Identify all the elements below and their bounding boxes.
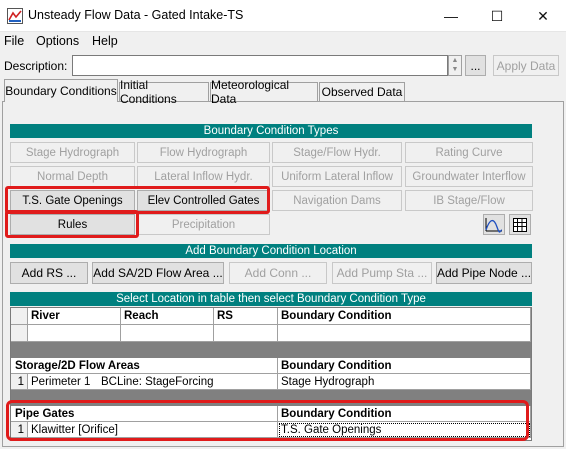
row-number: 1	[11, 374, 28, 390]
column-boundary-condition: Boundary Condition	[278, 308, 531, 325]
ib-stage-flow-button[interactable]: IB Stage/Flow	[405, 190, 533, 211]
row-header-corner	[11, 308, 28, 325]
row-number	[11, 325, 28, 342]
add-pump-sta-button[interactable]: Add Pump Sta ...	[332, 262, 432, 284]
section-separator	[11, 342, 531, 358]
normal-depth-button[interactable]: Normal Depth	[10, 166, 135, 187]
table-header: Select Location in table then select Bou…	[10, 292, 532, 306]
add-pipe-node-button[interactable]: Add Pipe Node ...	[436, 262, 532, 284]
close-icon: ✕	[537, 7, 549, 24]
highlight-rules-button	[5, 210, 139, 238]
window-title: Unsteady Flow Data - Gated Intake-TS	[28, 8, 244, 22]
lateral-inflow-hydr-button[interactable]: Lateral Inflow Hydr.	[137, 166, 270, 187]
plot-icon	[485, 217, 503, 233]
tab-initial-conditions[interactable]: Initial Conditions	[119, 78, 209, 106]
add-location-header: Add Boundary Condition Location	[10, 244, 532, 258]
navigation-dams-button[interactable]: Navigation Dams	[272, 190, 402, 211]
column-river: River	[28, 308, 121, 325]
maximize-button[interactable]: ☐	[474, 0, 520, 32]
stage-hydrograph-button[interactable]: Stage Hydrograph	[10, 142, 135, 163]
flow-hydrograph-button[interactable]: Flow Hydrograph	[137, 142, 270, 163]
table-button[interactable]	[509, 214, 531, 235]
table-icon	[513, 217, 527, 232]
storage-section-header: Storage/2D Flow Areas	[11, 358, 278, 374]
storage-bc-cell[interactable]: Stage Hydrograph	[278, 374, 531, 390]
empty-cell[interactable]	[28, 325, 121, 342]
plot-button[interactable]	[483, 214, 505, 235]
description-label: Description:	[4, 59, 68, 73]
empty-cell[interactable]	[121, 325, 214, 342]
column-rs: RS	[214, 308, 278, 325]
maximize-icon: ☐	[490, 7, 504, 24]
menu-bar	[0, 32, 566, 52]
empty-cell[interactable]	[214, 325, 278, 342]
highlight-pipe-gates	[6, 400, 529, 441]
menu-file[interactable]: File	[4, 34, 24, 48]
empty-cell[interactable]	[278, 325, 531, 342]
description-input[interactable]	[72, 55, 448, 76]
stage-flow-hydr-button[interactable]: Stage/Flow Hydr.	[272, 142, 402, 163]
apply-data-button[interactable]: Apply Data	[493, 55, 559, 76]
menu-options[interactable]: Options	[36, 34, 79, 48]
column-reach: Reach	[121, 308, 214, 325]
bc-types-header: Boundary Condition Types	[10, 124, 532, 138]
groundwater-interflow-button[interactable]: Groundwater Interflow	[405, 166, 533, 187]
tab-meteorological-data[interactable]: Meteorological Data	[210, 78, 318, 106]
add-conn-button[interactable]: Add Conn ...	[229, 262, 327, 284]
description-scroll[interactable]: ▲ ▼	[448, 55, 462, 76]
precipitation-button[interactable]: Precipitation	[137, 214, 270, 235]
minimize-icon: —	[444, 8, 458, 24]
add-sa-2d-flow-area-button[interactable]: Add SA/2D Flow Area ...	[92, 262, 224, 284]
minimize-button[interactable]: —	[428, 0, 474, 32]
close-button[interactable]: ✕	[520, 0, 566, 32]
tab-boundary-conditions[interactable]: Boundary Conditions	[4, 79, 118, 102]
description-ellipsis-button[interactable]: ...	[465, 55, 486, 76]
tab-observed-data[interactable]: Observed Data	[319, 82, 405, 101]
uniform-lateral-inflow-button[interactable]: Uniform Lateral Inflow	[272, 166, 402, 187]
add-rs-button[interactable]: Add RS ...	[10, 262, 88, 284]
storage-bcline-cell[interactable]: BCLine: StageForcing	[98, 374, 278, 390]
storage-location-cell[interactable]: Perimeter 1	[28, 374, 98, 390]
storage-bc-header: Boundary Condition	[278, 358, 531, 374]
rating-curve-button[interactable]: Rating Curve	[405, 142, 533, 163]
menu-help[interactable]: Help	[92, 34, 118, 48]
app-icon	[7, 8, 23, 24]
